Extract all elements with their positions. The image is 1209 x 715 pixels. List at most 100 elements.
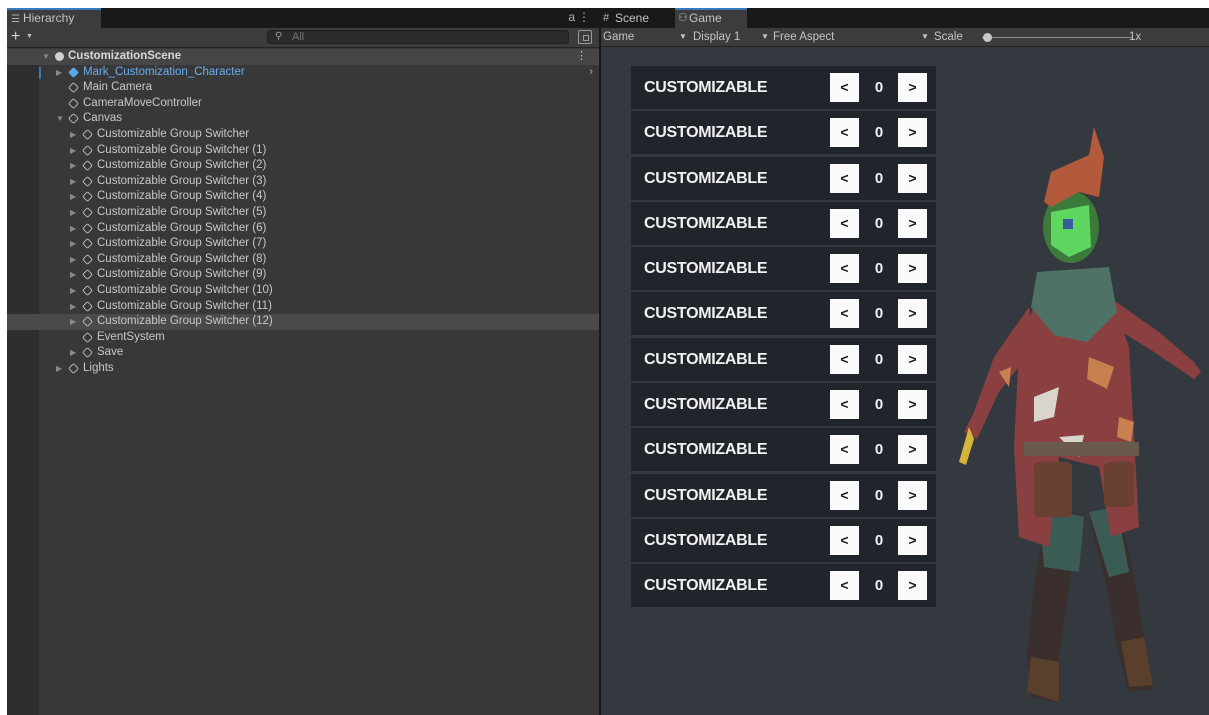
create-button[interactable]: + <box>11 28 20 46</box>
expand-arrow-icon[interactable]: ▶ <box>70 221 76 237</box>
expand-arrow-icon[interactable]: ▼ <box>56 111 64 127</box>
customization-row: CUSTOMIZABLE <0 > <box>631 66 936 109</box>
hierarchy-item-switcher[interactable]: ▶ Customizable Group Switcher (6) <box>7 221 599 237</box>
expand-arrow-icon[interactable]: ▶ <box>70 236 76 252</box>
expand-arrow-icon[interactable]: ▶ <box>70 189 76 205</box>
expand-arrow-icon[interactable]: ▶ <box>70 158 76 174</box>
hierarchy-item-label: Customizable Group Switcher (8) <box>97 252 267 265</box>
expand-arrow-icon[interactable]: ▶ <box>70 252 76 268</box>
next-option-button[interactable]: > <box>898 435 927 465</box>
hierarchy-item-switcher[interactable]: ▶ Customizable Group Switcher (5) <box>7 205 599 221</box>
scale-slider-handle[interactable] <box>983 33 992 42</box>
hierarchy-item-main-camera[interactable]: Main Camera <box>7 80 599 96</box>
gameobject-icon <box>82 238 93 250</box>
previous-option-button[interactable]: < <box>830 208 859 238</box>
search-input[interactable] <box>292 31 552 43</box>
hierarchy-item-switcher[interactable]: ▶ Customizable Group Switcher (8) <box>7 252 599 268</box>
next-option-button[interactable]: > <box>898 208 927 238</box>
tab-scene[interactable]: # Scene <box>601 8 675 28</box>
customization-row: CUSTOMIZABLE <0 > <box>631 337 936 381</box>
expand-arrow-icon[interactable]: ▶ <box>70 345 76 361</box>
hierarchy-item-mark-character[interactable]: ▶ Mark_Customization_Character › <box>7 65 599 81</box>
expand-arrow-icon[interactable]: ▶ <box>56 65 62 81</box>
hierarchy-item-event-system[interactable]: EventSystem <box>7 330 599 346</box>
customization-value: 0 <box>874 531 884 549</box>
chevron-down-icon[interactable]: ▼ <box>921 28 929 46</box>
next-option-button[interactable]: > <box>898 480 927 510</box>
previous-option-button[interactable]: < <box>830 299 859 329</box>
expand-arrow-icon[interactable]: ▶ <box>70 205 76 221</box>
expand-arrow-icon[interactable]: ▶ <box>70 127 76 143</box>
next-option-button[interactable]: > <box>898 390 927 420</box>
previous-option-button[interactable]: < <box>830 525 859 555</box>
hierarchy-item-lights[interactable]: ▶ Lights <box>7 361 599 377</box>
next-option-button[interactable]: > <box>898 118 927 148</box>
scene-menu-icon[interactable]: ⋮ <box>576 49 587 65</box>
hierarchy-item-switcher[interactable]: ▶ Customizable Group Switcher (3) <box>7 174 599 190</box>
next-option-button[interactable]: > <box>898 344 927 374</box>
next-option-button[interactable]: > <box>898 571 927 601</box>
tab-game[interactable]: ⚇ Game <box>675 8 747 28</box>
customization-value: 0 <box>874 169 884 187</box>
expand-arrow-icon[interactable]: ▶ <box>70 283 76 299</box>
previous-option-button[interactable]: < <box>830 390 859 420</box>
previous-option-button[interactable]: < <box>830 73 859 102</box>
expand-arrow-icon[interactable]: ▶ <box>56 361 62 377</box>
customization-row: CUSTOMIZABLE <0 > <box>631 428 936 472</box>
hierarchy-item-canvas[interactable]: ▼ Canvas <box>7 111 599 127</box>
tab-scene-label: Scene <box>615 11 650 25</box>
hierarchy-panel: ☰Hierarchy a⋮ + ▼ ⚲ ▼ CustomizationScene… <box>7 8 599 715</box>
expand-arrow-icon[interactable]: ▼ <box>42 49 50 65</box>
hierarchy-tree: ▼ CustomizationScene ⋮ ▶ Mark_Customizat… <box>7 49 599 715</box>
scale-value: 1x <box>1129 31 1142 43</box>
hierarchy-item-switcher[interactable]: ▶ Customizable Group Switcher (11) <box>7 299 599 315</box>
hierarchy-item-label: Customizable Group Switcher (1) <box>97 143 267 156</box>
display-dropdown[interactable]: Display 1 <box>693 28 740 46</box>
aspect-dropdown[interactable]: Free Aspect <box>773 28 834 46</box>
next-option-button[interactable]: > <box>898 299 927 329</box>
expand-arrow-icon[interactable]: ▶ <box>70 143 76 159</box>
previous-option-button[interactable]: < <box>830 435 859 465</box>
tab-hierarchy[interactable]: ☰ Hierarchy <box>7 8 101 28</box>
hierarchy-item-switcher[interactable]: ▶ Customizable Group Switcher (10) <box>7 283 599 299</box>
hierarchy-item-switcher[interactable]: ▶ Customizable Group Switcher (4) <box>7 189 599 205</box>
gameobject-icon <box>82 331 93 343</box>
expand-arrow-icon[interactable]: ▶ <box>70 299 76 315</box>
previous-option-button[interactable]: < <box>830 254 859 284</box>
scale-label: Scale <box>934 31 963 43</box>
scene-visibility-icon[interactable] <box>578 30 592 44</box>
chevron-down-icon[interactable]: ▼ <box>761 28 769 46</box>
hierarchy-item-switcher[interactable]: ▶ Customizable Group Switcher (1) <box>7 143 599 159</box>
hierarchy-item-save[interactable]: ▶ Save <box>7 345 599 361</box>
customization-label: CUSTOMIZABLE <box>644 260 768 278</box>
next-option-button[interactable]: > <box>898 525 927 555</box>
customization-row: CUSTOMIZABLE <0 > <box>631 564 936 608</box>
previous-option-button[interactable]: < <box>830 480 859 510</box>
hierarchy-item-switcher[interactable]: ▶ Customizable Group Switcher <box>7 127 599 143</box>
gameobject-icon <box>82 191 93 203</box>
chevron-down-icon[interactable]: ▼ <box>679 28 687 46</box>
expand-arrow-icon[interactable]: ▶ <box>70 314 76 330</box>
scene-row[interactable]: ▼ CustomizationScene ⋮ <box>7 49 599 65</box>
expand-arrow-icon[interactable]: ▶ <box>70 267 76 283</box>
previous-option-button[interactable]: < <box>830 571 859 601</box>
hierarchy-item-camera-move-controller[interactable]: CameraMoveController <box>7 96 599 112</box>
next-option-button[interactable]: > <box>898 254 927 284</box>
next-option-button[interactable]: > <box>898 163 927 193</box>
hierarchy-item-switcher[interactable]: ▶ Customizable Group Switcher (2) <box>7 158 599 174</box>
expand-arrow-icon[interactable]: ▶ <box>70 174 76 190</box>
chevron-right-icon[interactable]: › <box>589 65 593 81</box>
game-mode-dropdown[interactable]: Game <box>603 28 634 46</box>
previous-option-button[interactable]: < <box>830 344 859 374</box>
chevron-down-icon[interactable]: ▼ <box>26 33 33 40</box>
hierarchy-item-switcher-highlighted[interactable]: ▶ Customizable Group Switcher (12) <box>7 314 599 330</box>
next-option-button[interactable]: > <box>898 73 927 102</box>
more-options-icon[interactable]: ⋮ <box>578 10 593 24</box>
scale-slider-track[interactable] <box>982 37 1132 38</box>
hierarchy-item-switcher[interactable]: ▶ Customizable Group Switcher (9) <box>7 267 599 283</box>
lock-icon[interactable]: a <box>568 10 578 24</box>
hierarchy-item-switcher[interactable]: ▶ Customizable Group Switcher (7) <box>7 236 599 252</box>
previous-option-button[interactable]: < <box>830 163 859 193</box>
hierarchy-search[interactable]: ⚲ <box>267 30 569 44</box>
previous-option-button[interactable]: < <box>830 118 859 148</box>
